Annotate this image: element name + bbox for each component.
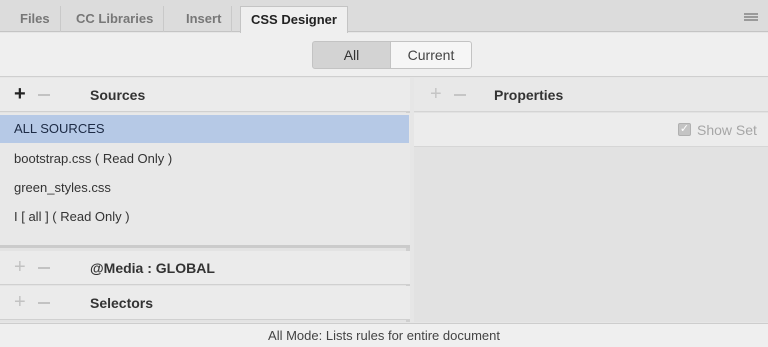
source-item-green-styles[interactable]: green_styles.css: [0, 174, 409, 202]
tab-files[interactable]: Files: [10, 6, 61, 32]
properties-options: ✓ Show Set: [414, 113, 768, 147]
selectors-header: + Selectors: [0, 286, 410, 320]
tab-css-designer[interactable]: CSS Designer: [240, 6, 348, 33]
status-bar: All Mode: Lists rules for entire documen…: [0, 323, 768, 347]
remove-property-icon[interactable]: [454, 94, 466, 96]
show-set-label: Show Set: [697, 122, 757, 138]
panel-menu-icon[interactable]: [744, 13, 758, 21]
media-title: @Media : GLOBAL: [90, 260, 215, 276]
source-item-bootstrap[interactable]: bootstrap.css ( Read Only ): [0, 145, 409, 173]
panel-tab-bar: Files CC Libraries Insert CSS Designer: [0, 0, 768, 33]
add-source-icon[interactable]: +: [14, 84, 26, 104]
mode-current-button[interactable]: Current: [390, 41, 472, 69]
tab-insert[interactable]: Insert: [176, 6, 233, 32]
media-header: + @Media : GLOBAL: [0, 251, 410, 285]
source-item-inline[interactable]: I [ all ] ( Read Only ): [0, 203, 409, 231]
properties-title: Properties: [494, 87, 564, 103]
remove-source-icon[interactable]: [38, 94, 50, 96]
show-set-checkbox[interactable]: ✓: [678, 123, 691, 136]
sources-list: ALL SOURCES bootstrap.css ( Read Only ) …: [0, 113, 410, 248]
properties-header: + Properties: [414, 78, 768, 112]
add-property-icon[interactable]: +: [430, 84, 442, 104]
selectors-title: Selectors: [90, 295, 154, 311]
source-item-all-sources[interactable]: ALL SOURCES: [0, 115, 409, 143]
sources-header: + Sources: [0, 78, 410, 112]
properties-pane: + Properties ✓ Show Set: [414, 78, 768, 322]
tab-cc-libraries[interactable]: CC Libraries: [66, 6, 165, 32]
mode-toggle-row: All Current: [0, 33, 768, 77]
add-media-icon[interactable]: +: [14, 257, 26, 277]
remove-selector-icon[interactable]: [38, 302, 50, 304]
add-selector-icon[interactable]: +: [14, 292, 26, 312]
remove-media-icon[interactable]: [38, 267, 50, 269]
mode-all-button[interactable]: All: [312, 41, 391, 69]
left-pane: + Sources ALL SOURCES bootstrap.css ( Re…: [0, 78, 410, 322]
sources-title: Sources: [90, 87, 146, 103]
